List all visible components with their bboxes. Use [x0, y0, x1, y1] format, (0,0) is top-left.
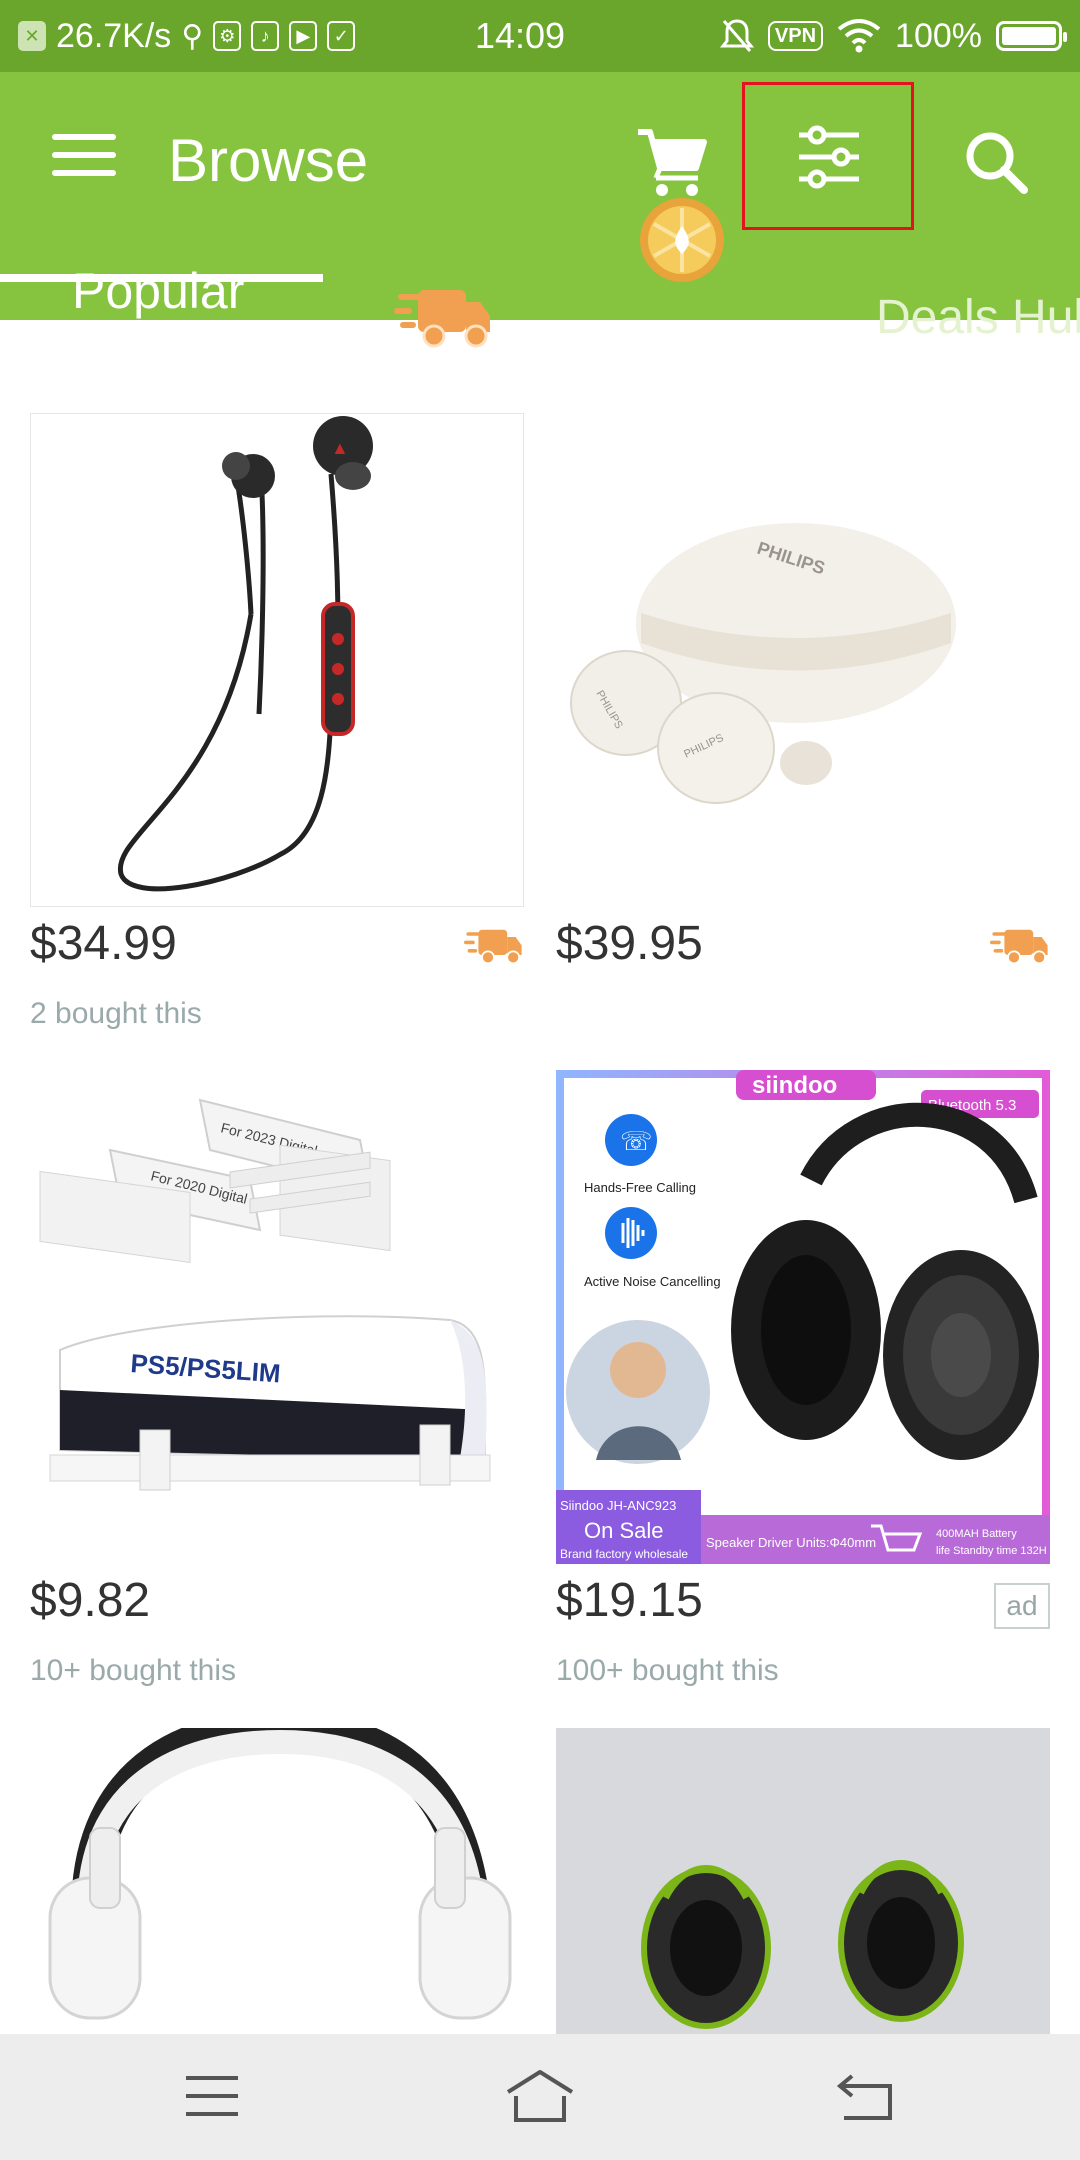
sold-count: 10+ bought this [30, 1654, 237, 1687]
play-icon: ▶ [289, 21, 318, 51]
coins-icon [640, 198, 724, 282]
close-notification-icon: ✕ [18, 21, 46, 51]
product-card[interactable] [556, 1728, 1050, 2034]
fast-delivery-icon [464, 929, 522, 965]
cart-icon [638, 129, 707, 196]
svg-text:Speaker Driver Units:Φ40mm: Speaker Driver Units:Φ40mm [706, 1535, 876, 1550]
menu-lines-icon [186, 2076, 238, 2116]
home-icon [506, 2070, 574, 2122]
home-button[interactable] [500, 2064, 580, 2128]
usb-icon: ⚲ [181, 19, 204, 53]
system-nav-bar [0, 2034, 1080, 2160]
vpn-badge: VPN [767, 21, 824, 51]
music-icon: ♪ [251, 21, 280, 51]
battery-percent: 100% [895, 16, 982, 55]
status-bar: ✕ 26.7K/s ⚲ ⚙ ♪ ▶ ✓ 14:09 VPN 100% [0, 0, 1080, 72]
product-image-headphones-ad[interactable]: siindoo Bluetooth 5.3 ☏ Hands-Free Calli… [556, 1070, 1050, 1564]
product-price: $19.15 [556, 1574, 703, 1627]
checklist-icon: ✓ [327, 21, 356, 51]
product-image-earbuds[interactable]: PHILIPS PHILIPS PHILIPS [556, 413, 1050, 907]
sold-count: 2 bought this [30, 997, 202, 1030]
product-card[interactable]: siindoo Bluetooth 5.3 ☏ Hands-Free Calli… [556, 1070, 1050, 1710]
mute-bell-icon [719, 19, 754, 52]
search-icon [966, 132, 1028, 194]
product-image-white-headphones[interactable] [30, 1728, 524, 2034]
svg-text:▲: ▲ [331, 438, 349, 458]
product-price: $39.95 [556, 917, 703, 970]
recents-button[interactable] [172, 2064, 252, 2128]
svg-text:life Standby time 132H: life Standby time 132H [936, 1545, 1047, 1557]
menu-button[interactable] [52, 134, 116, 184]
usb-debug-icon: ⚙ [213, 21, 242, 51]
product-price: $9.82 [30, 1574, 151, 1627]
battery-icon [996, 21, 1067, 51]
back-button[interactable] [828, 2064, 908, 2128]
tab-fast-delivery[interactable] [394, 284, 494, 350]
filter-sliders-icon [799, 125, 859, 189]
delivery-truck-icon [394, 290, 490, 348]
product-card[interactable] [30, 1728, 524, 2034]
wifi-icon [837, 19, 881, 53]
filter-button[interactable] [742, 82, 914, 230]
svg-text:400MAH Battery: 400MAH Battery [936, 1528, 1017, 1540]
network-speed: 26.7K/s [56, 16, 172, 55]
svg-text:Active Noise Cancelling: Active Noise Cancelling [584, 1274, 721, 1289]
tab-coins[interactable] [638, 196, 726, 284]
svg-text:siindoo: siindoo [752, 1072, 837, 1099]
app-bar: Browse Popular Deals Hub [0, 72, 1080, 348]
svg-text:Hands-Free Calling: Hands-Free Calling [584, 1180, 696, 1195]
product-image-earphones[interactable]: ▲ [30, 413, 524, 907]
back-icon [836, 2074, 892, 2120]
page-title: Browse [168, 127, 369, 194]
product-card[interactable]: ▲ $34.99 2 bought this [30, 413, 524, 1053]
svg-text:☏: ☏ [620, 1127, 653, 1157]
product-card[interactable]: For 2023 Digital For 2020 Digital PS5/PS… [30, 1070, 524, 1710]
product-price: $34.99 [30, 917, 177, 970]
clock: 14:09 [474, 15, 566, 56]
fast-delivery-icon [990, 929, 1048, 965]
svg-text:Siindoo JH-ANC923: Siindoo JH-ANC923 [560, 1498, 676, 1513]
sold-count: 100+ bought this [556, 1654, 779, 1687]
svg-text:Brand factory wholesale: Brand factory wholesale [560, 1547, 688, 1561]
tab-selected-indicator [0, 274, 323, 282]
product-card[interactable]: PHILIPS PHILIPS PHILIPS $39.95 [556, 413, 1050, 1053]
tab-popular[interactable]: Popular [72, 262, 244, 320]
search-button[interactable] [962, 128, 1032, 198]
cart-button[interactable] [632, 122, 712, 202]
ad-badge: ad [994, 1583, 1050, 1629]
tab-deals-hub[interactable]: Deals Hub [876, 290, 1080, 345]
product-image-ps5-stand[interactable]: For 2023 Digital For 2020 Digital PS5/PS… [30, 1070, 524, 1564]
product-image-green-headphones[interactable] [556, 1728, 1050, 2034]
svg-text:On Sale: On Sale [584, 1518, 664, 1543]
